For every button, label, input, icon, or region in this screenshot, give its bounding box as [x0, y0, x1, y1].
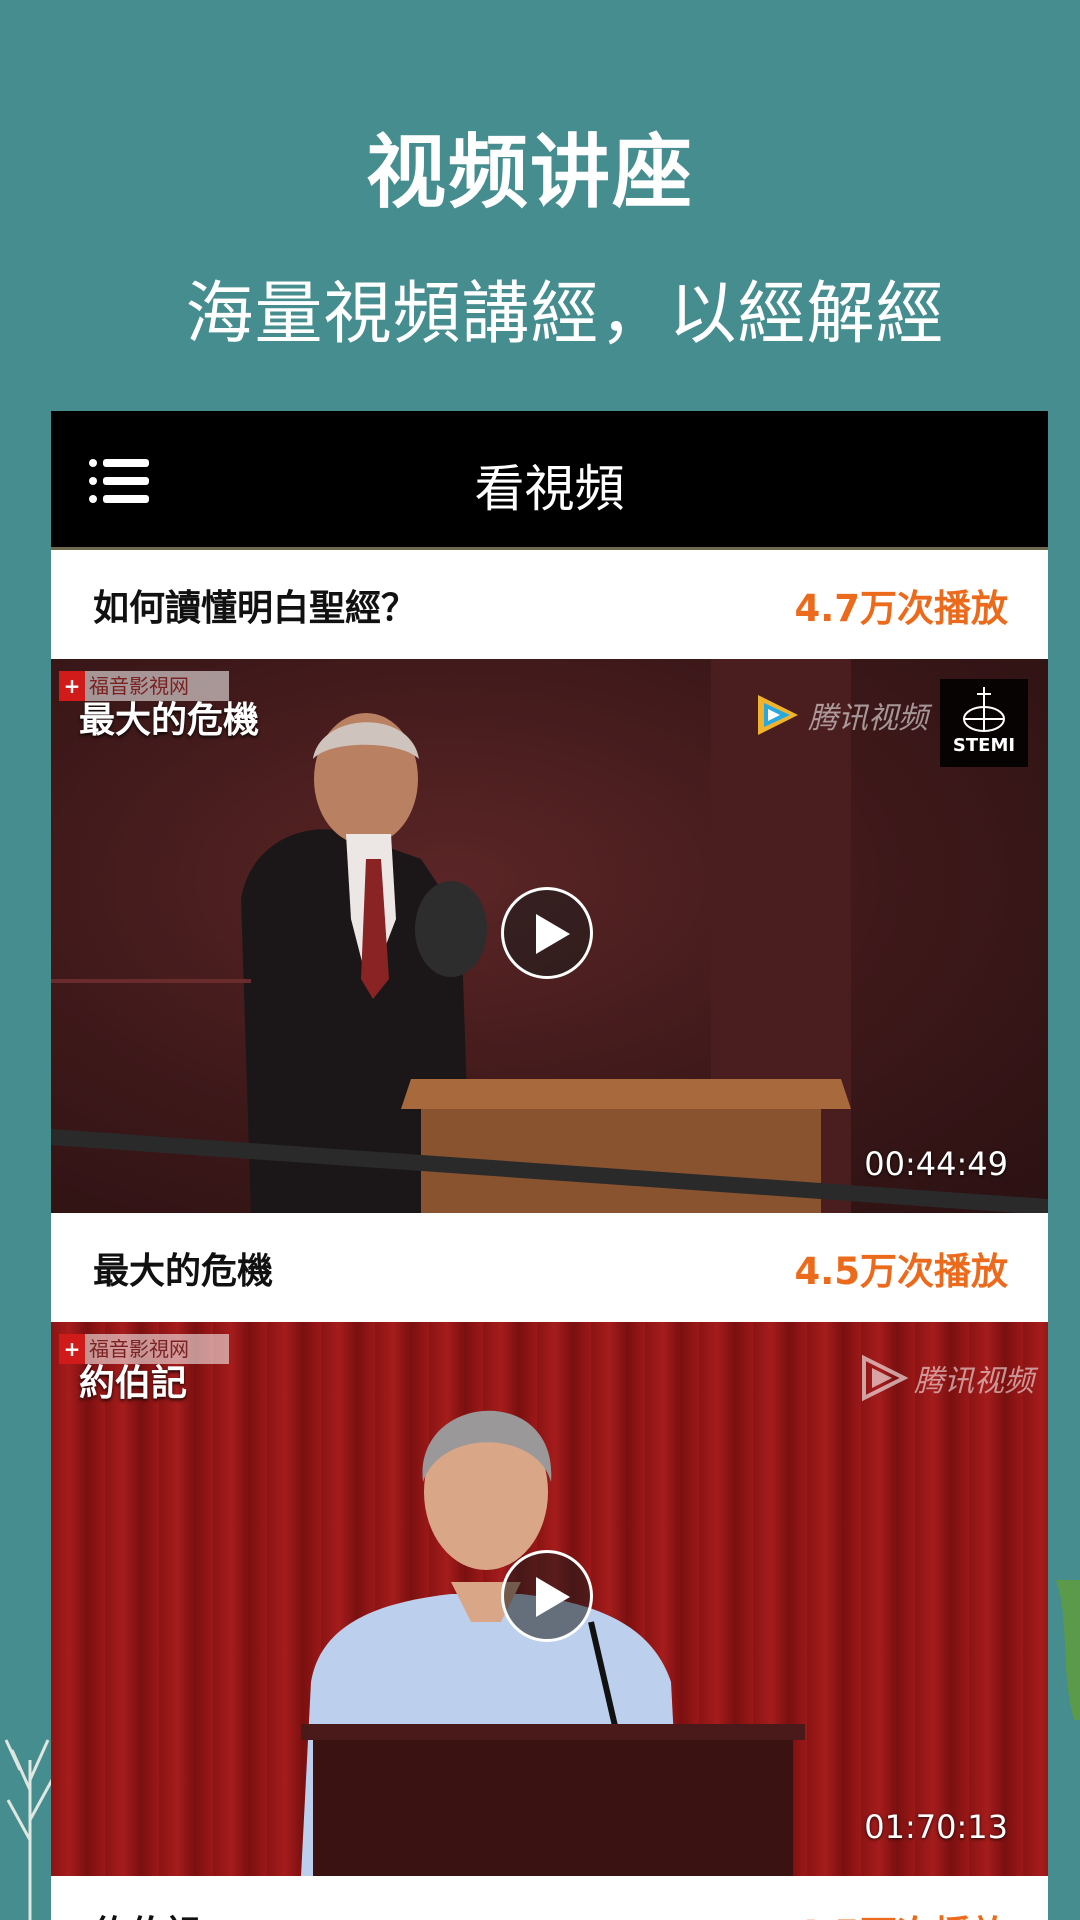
thumbnail-caption: 約伯記 [79, 1363, 188, 1404]
thumbnail-caption: 最大的危機 [79, 700, 260, 741]
video-title: 如何讀懂明白聖經？ [93, 587, 418, 629]
play-count: 4.5万次播放 [794, 1904, 1008, 1920]
app-bar: 看視頻 [51, 411, 1048, 550]
plant-decoration [1056, 1580, 1080, 1720]
watermark-text: 腾讯视频 [914, 1364, 1034, 1399]
video-thumbnail[interactable]: 福音影視网 約伯記 腾讯视频 01:70:13 [51, 1322, 1048, 1876]
badge-label: STEMI [952, 735, 1016, 756]
play-button[interactable] [501, 1550, 593, 1642]
watermark-text: 腾讯视频 [808, 701, 928, 736]
tencent-video-icon [758, 695, 798, 735]
video-info-row[interactable]: 最大的危機 4.5万次播放 [51, 1213, 1048, 1322]
play-button[interactable] [501, 887, 593, 979]
phone-screen: 看視頻 如何讀懂明白聖經？ 4.7万次播放 福音影視网 最大的危機 [51, 411, 1048, 1920]
app-bar-title: 看視頻 [474, 460, 625, 518]
tencent-video-watermark: 腾讯视频 [748, 687, 928, 743]
video-thumbnail[interactable]: 福音影視网 最大的危機 腾讯视频 [51, 659, 1048, 1213]
video-info-row[interactable]: 約伯記 4.5万次播放 [51, 1876, 1048, 1920]
video-title: 約伯記 [93, 1905, 201, 1920]
video-list-item[interactable]: 最大的危機 4.5万次播放 福音影視网 約伯記 腾讯视频 [51, 1213, 1048, 1876]
play-count: 4.5万次播放 [794, 1249, 1008, 1293]
video-list-item[interactable]: 約伯記 4.5万次播放 [51, 1876, 1048, 1920]
play-count: 4.7万次播放 [794, 586, 1008, 630]
video-title: 最大的危機 [93, 1250, 274, 1292]
globe-cross-icon [963, 687, 1005, 732]
video-info-row[interactable]: 如何讀懂明白聖經？ 4.7万次播放 [51, 550, 1048, 659]
play-icon [536, 1577, 570, 1617]
stemi-badge: STEMI [940, 679, 1028, 767]
tencent-video-icon [862, 1354, 909, 1402]
promo-title: 视频讲座 [366, 126, 694, 219]
video-list-item[interactable]: 如何讀懂明白聖經？ 4.7万次播放 福音影視网 最大的危機 [51, 550, 1048, 1213]
play-icon [536, 914, 570, 954]
video-duration: 01:70:13 [864, 1808, 1008, 1846]
video-duration: 00:44:49 [864, 1145, 1008, 1183]
promo-subtitle: 海量視頻講經，以經解經 [185, 275, 945, 354]
tencent-video-watermark: 腾讯视频 [854, 1350, 1034, 1406]
